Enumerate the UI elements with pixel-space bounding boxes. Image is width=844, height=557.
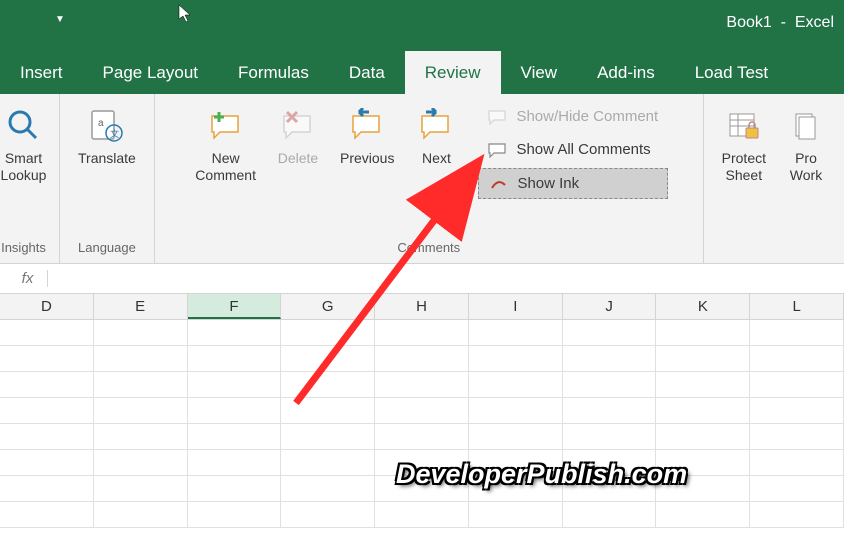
previous-comment-button[interactable]: Previous — [334, 102, 400, 171]
watermark-text: DeveloperPublish.com — [396, 459, 687, 490]
new-comment-label: New Comment — [195, 150, 256, 184]
qat-dropdown-icon[interactable]: ▼ — [55, 14, 65, 25]
tab-load-test[interactable]: Load Test — [675, 51, 788, 94]
group-language-label: Language — [78, 240, 136, 259]
new-comment-button[interactable]: New Comment — [189, 102, 262, 188]
tab-formulas[interactable]: Formulas — [218, 51, 329, 94]
protect-workbook-icon — [786, 106, 826, 146]
group-comments-label: Comments — [397, 240, 460, 259]
previous-comment-icon — [347, 106, 387, 146]
delete-comment-label: Delete — [278, 150, 318, 167]
group-insights-label: Insights — [1, 240, 46, 259]
protect-workbook-label: Pro Work — [790, 150, 822, 184]
tab-review[interactable]: Review — [405, 51, 501, 94]
smart-lookup-button[interactable]: Smart Lookup — [0, 102, 52, 188]
tab-add-ins[interactable]: Add-ins — [577, 51, 675, 94]
svg-text:文: 文 — [110, 128, 119, 139]
show-ink-button[interactable]: Show Ink — [478, 168, 668, 199]
col-header-e[interactable]: E — [94, 294, 188, 319]
fx-label[interactable]: fx — [0, 270, 48, 287]
spreadsheet-grid[interactable] — [0, 320, 844, 528]
mouse-cursor-icon — [178, 4, 194, 29]
search-icon — [4, 106, 44, 146]
col-header-l[interactable]: L — [750, 294, 844, 319]
new-comment-icon — [206, 106, 246, 146]
show-all-label: Show All Comments — [516, 141, 650, 158]
show-all-comments-button[interactable]: Show All Comments — [478, 135, 668, 164]
col-header-j[interactable]: J — [563, 294, 657, 319]
next-comment-icon — [416, 106, 456, 146]
comment-icon — [488, 109, 508, 125]
translate-label: Translate — [78, 150, 136, 167]
title-sep: - — [781, 14, 786, 31]
smart-lookup-label: Smart Lookup — [1, 150, 47, 184]
tab-insert[interactable]: Insert — [0, 51, 83, 94]
delete-comment-button[interactable]: Delete — [270, 102, 326, 171]
protect-workbook-button[interactable]: Pro Work — [780, 102, 832, 188]
col-header-i[interactable]: I — [469, 294, 563, 319]
next-comment-label: Next — [422, 150, 451, 167]
column-headers: D E F G H I J K L — [0, 294, 844, 320]
app-title: Book1 - Excel — [726, 14, 834, 32]
formula-bar: fx — [0, 264, 844, 294]
col-header-g[interactable]: G — [281, 294, 375, 319]
next-comment-button[interactable]: Next — [408, 102, 464, 171]
translate-button[interactable]: a文 Translate — [72, 102, 142, 171]
doc-name: Book1 — [726, 14, 771, 31]
protect-sheet-label: Protect Sheet — [722, 150, 766, 184]
previous-comment-label: Previous — [340, 150, 394, 167]
app-name: Excel — [795, 14, 834, 31]
tab-page-layout[interactable]: Page Layout — [83, 51, 218, 94]
ribbon-tabs: Insert Page Layout Formulas Data Review … — [0, 46, 844, 94]
col-header-k[interactable]: K — [656, 294, 750, 319]
tab-data[interactable]: Data — [329, 51, 405, 94]
protect-sheet-icon — [724, 106, 764, 146]
title-bar: ▼ Book1 - Excel — [0, 0, 844, 46]
translate-icon: a文 — [87, 106, 127, 146]
show-hide-label: Show/Hide Comment — [516, 108, 658, 125]
delete-comment-icon — [278, 106, 318, 146]
tab-view[interactable]: View — [501, 51, 578, 94]
protect-sheet-button[interactable]: Protect Sheet — [716, 102, 772, 188]
svg-text:a: a — [98, 118, 104, 129]
ribbon: Smart Lookup Insights a文 Translate Langu… — [0, 94, 844, 264]
col-header-f[interactable]: F — [188, 294, 282, 319]
comments-icon — [488, 142, 508, 158]
ink-icon — [489, 176, 509, 192]
show-ink-label: Show Ink — [517, 175, 579, 192]
col-header-d[interactable]: D — [0, 294, 94, 319]
col-header-h[interactable]: H — [375, 294, 469, 319]
show-hide-comment-button[interactable]: Show/Hide Comment — [478, 102, 668, 131]
